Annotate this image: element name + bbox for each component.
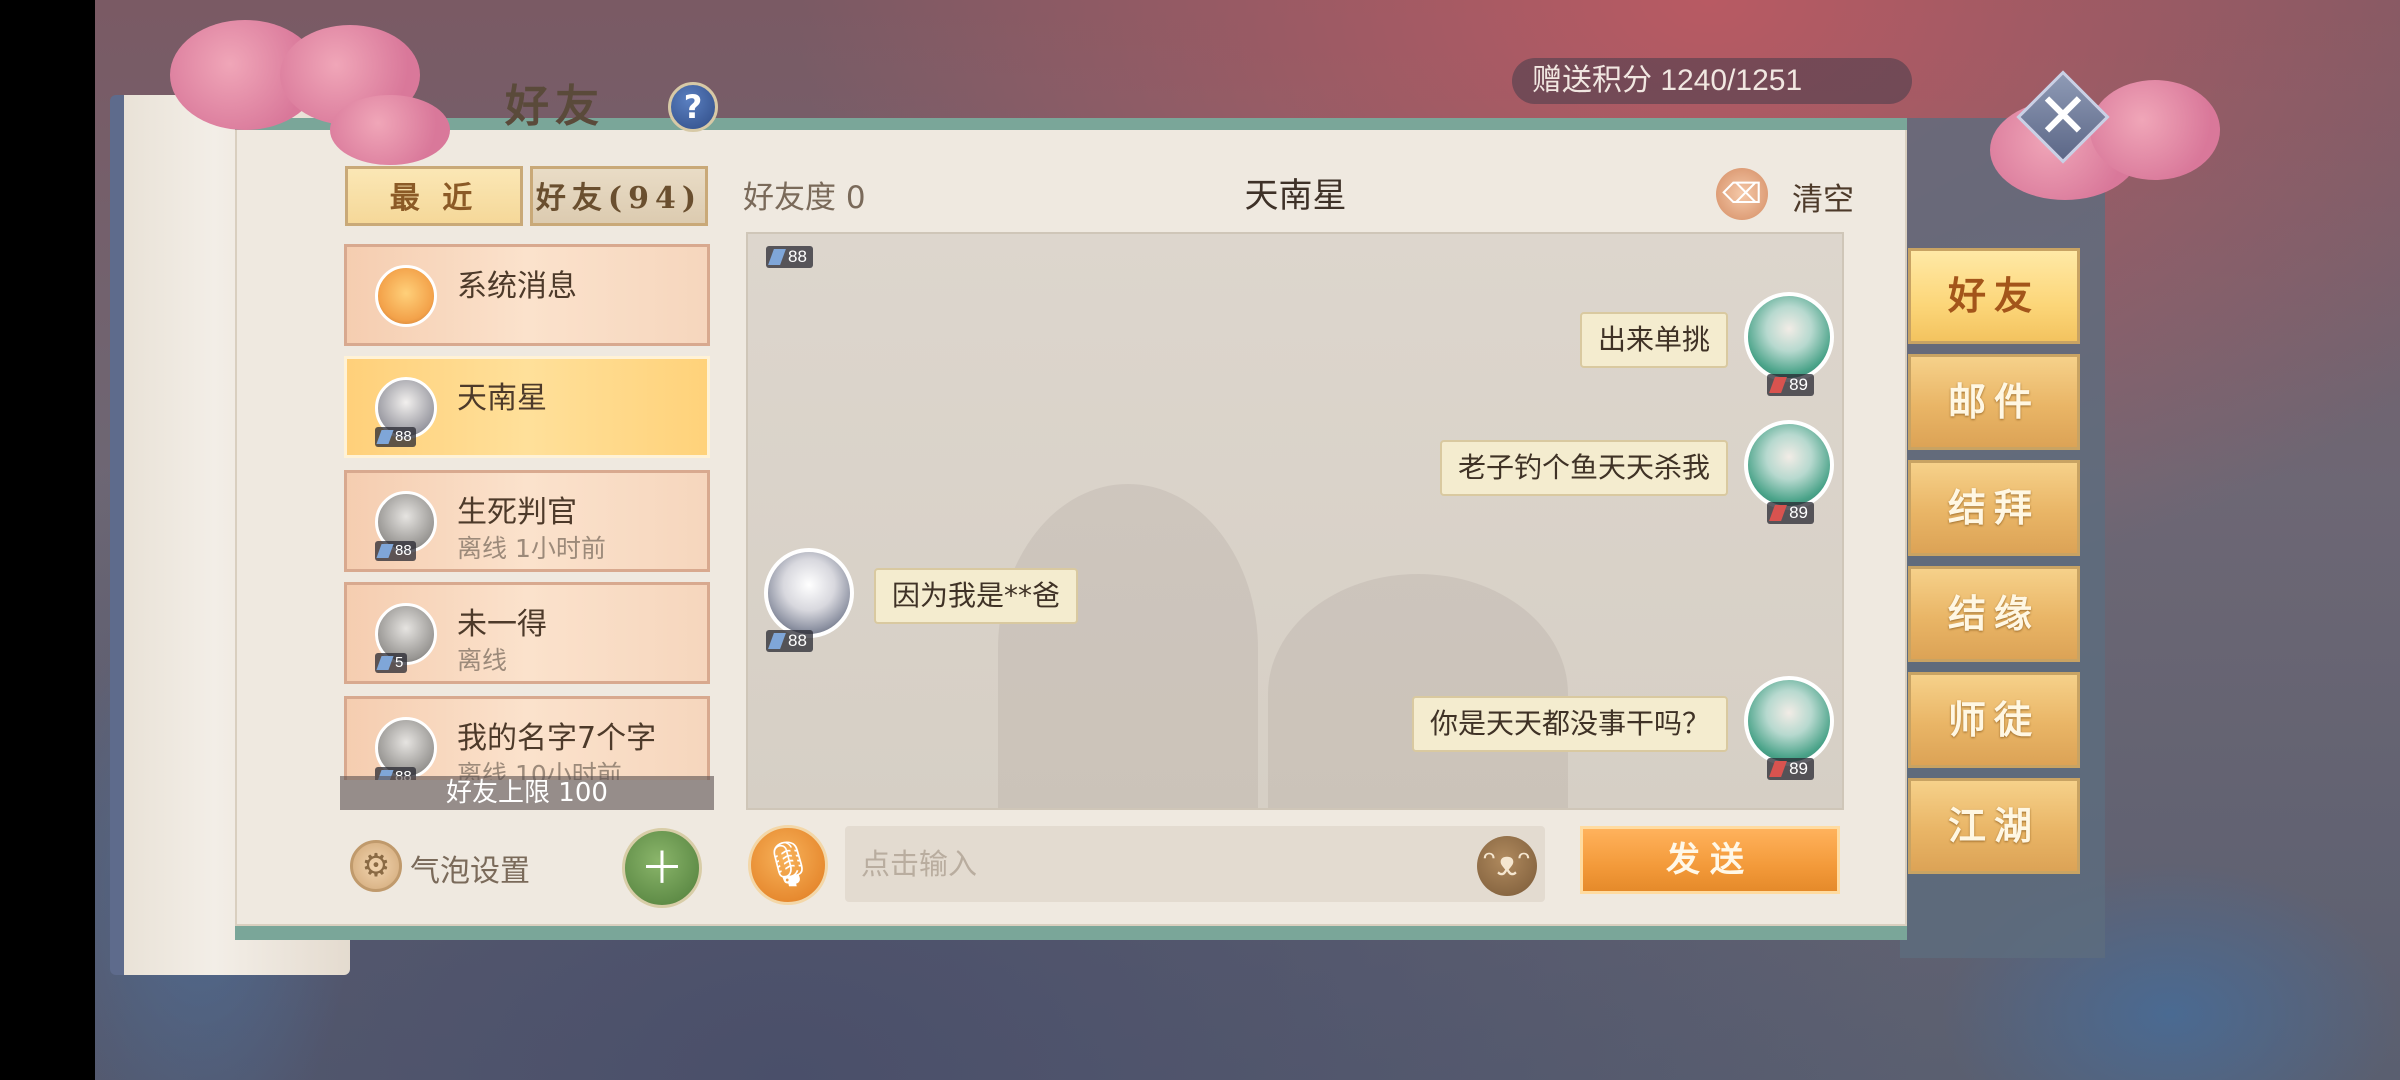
close-button[interactable]: ✕ (2016, 70, 2110, 164)
level-badge: 88 (375, 541, 416, 561)
avatar[interactable] (1744, 292, 1834, 382)
friend-status: 离线 (457, 646, 508, 675)
friend-status: 离线 1小时前 (457, 534, 606, 563)
friend-item-mingzi[interactable]: 88 我的名字7个字 离线 10小时前 (344, 696, 710, 780)
help-button[interactable]: ? (668, 82, 718, 132)
level-badge: 89 (1767, 758, 1814, 780)
add-friend-button[interactable]: ＋ (622, 828, 702, 908)
message-input[interactable] (845, 826, 1465, 902)
cherry-tree-right-2 (2090, 80, 2220, 180)
tab-jianghu[interactable]: 江湖 (1908, 778, 2080, 874)
friend-name: 我的名字7个字 (457, 721, 657, 756)
cherry-tree-left-3 (330, 95, 450, 165)
tab-mentor[interactable]: 师徒 (1908, 672, 2080, 768)
friend-limit: 好友上限 100 (340, 776, 714, 810)
mountain-decoration (998, 484, 1258, 808)
friend-name: 生死判官 (457, 495, 577, 530)
level-badge: 89 (1767, 502, 1814, 524)
avatar[interactable] (764, 548, 854, 638)
friend-list: 系统消息 88 天南星 88 生死判官 离线 1小时前 5 未一得 离线 88 … (342, 240, 712, 780)
friend-name: 未一得 (457, 607, 547, 642)
friend-item-system[interactable]: 系统消息 (344, 244, 710, 346)
add-user-icon: ＋ (640, 843, 684, 894)
avatar[interactable] (1744, 420, 1834, 510)
clear-label: 清空 (1792, 182, 1854, 218)
level-badge: 5 (375, 653, 408, 673)
close-icon: ✕ (2037, 79, 2089, 152)
tab-sworn[interactable]: 结拜 (1908, 460, 2080, 556)
chat-bubble: 老子钓个鱼天天杀我 (1439, 440, 1728, 496)
level-badge: 88 (766, 246, 813, 268)
microphone-icon: 🎙 (760, 839, 816, 890)
tab-friends-side[interactable]: 好友 (1908, 248, 2080, 344)
bubble-settings-label: 气泡设置 (410, 854, 530, 889)
clear-button[interactable]: ⌫ 清空 (1668, 166, 1868, 222)
friend-name: 天南星 (457, 381, 547, 416)
system-avatar (375, 265, 437, 327)
chat-header: 好友度 0 天南星 ⌫ 清空 (723, 160, 1868, 230)
chat-bubble: 因为我是**爸 (874, 568, 1079, 624)
gear-icon: ⚙ (350, 840, 402, 892)
panel-top-border (235, 118, 1907, 130)
level-badge: 89 (1767, 374, 1814, 396)
tab-friends[interactable]: 好友(94) (530, 166, 708, 226)
tab-marriage[interactable]: 结缘 (1908, 566, 2080, 662)
avatar[interactable] (1744, 676, 1834, 766)
emoji-icon: ᵔᴥᵔ (1482, 844, 1532, 884)
friend-item-weiyide[interactable]: 5 未一得 离线 (344, 582, 710, 684)
chat-bubble: 你是天天都没事干吗？ (1411, 696, 1728, 752)
send-button[interactable]: 发送 (1580, 826, 1840, 894)
message-input-box: ᵔᴥᵔ (845, 826, 1545, 902)
level-badge: 88 (375, 427, 416, 447)
friend-item-tiannanxing[interactable]: 88 天南星 (344, 356, 710, 458)
page-title: 好友 (505, 81, 605, 132)
emoji-button[interactable]: ᵔᴥᵔ (1477, 836, 1537, 896)
microphone-button[interactable]: 🎙 (748, 825, 828, 905)
level-badge: 88 (766, 630, 813, 652)
chat-messages[interactable]: 88 出来单挑 89 老子钓个鱼天天杀我 89 88 因为我是**爸 你是天天都… (746, 232, 1844, 810)
friend-item-shengsipanguan[interactable]: 88 生死判官 离线 1小时前 (344, 470, 710, 572)
mountain-decoration (1268, 574, 1568, 808)
tab-recent[interactable]: 最 近 (345, 166, 523, 226)
tab-mail[interactable]: 邮件 (1908, 354, 2080, 450)
chat-bubble: 出来单挑 (1579, 312, 1728, 368)
friend-name: 系统消息 (457, 269, 577, 304)
eraser-icon: ⌫ (1716, 168, 1768, 220)
gift-points: 赠送积分 1240/1251 (1512, 58, 1912, 104)
